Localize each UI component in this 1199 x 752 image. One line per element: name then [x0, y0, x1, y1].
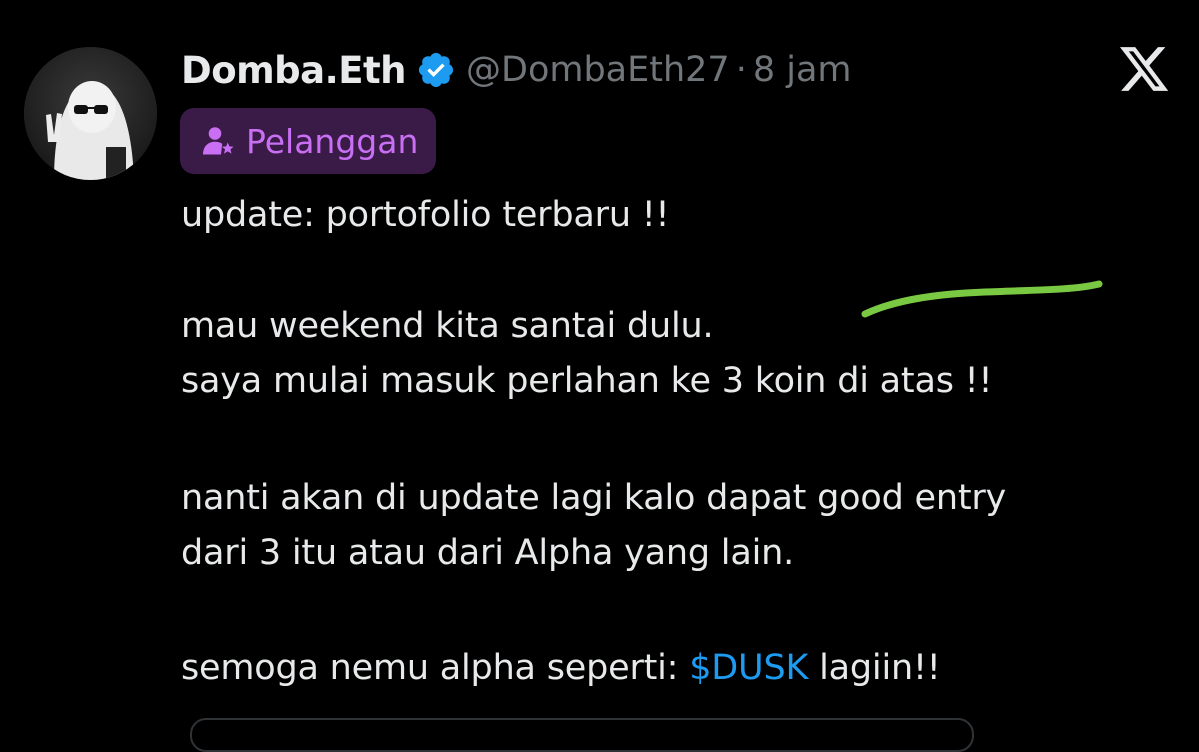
cashtag-link[interactable]: $DUSK: [689, 648, 808, 688]
tweet-text-line-4: nanti akan di update lagi kalo dapat goo…: [181, 478, 1007, 518]
embedded-media-edge: [190, 718, 974, 752]
tweet-text-line-6: semoga nemu alpha seperti: $DUSK lagiin!…: [181, 648, 941, 688]
tweet-text-line-2: mau weekend kita santai dulu.: [181, 306, 714, 346]
line6-suffix: lagiin!!: [808, 648, 941, 688]
highlighter-annotation: [861, 280, 1103, 318]
line6-prefix: semoga nemu alpha seperti:: [181, 648, 690, 688]
header-separator: ·: [735, 50, 747, 90]
tweet-card: Domba.Eth @DombaEth27 · 8 jam Pelanggan …: [0, 0, 1199, 752]
tweet-text-line-5: dari 3 itu atau dari Alpha yang lain.: [181, 533, 795, 573]
tweet-text-line-3: saya mulai masuk perlahan ke 3 koin di a…: [181, 361, 993, 401]
avatar-image: [24, 47, 157, 180]
verified-badge-icon: [416, 50, 456, 90]
author-display-name[interactable]: Domba.Eth: [181, 49, 407, 92]
author-handle[interactable]: @DombaEth27: [466, 50, 730, 90]
tweet-text-line-1: update: portofolio terbaru !!: [181, 195, 670, 235]
tweet-timestamp[interactable]: 8 jam: [753, 50, 852, 90]
subscriber-badge[interactable]: Pelanggan: [180, 108, 437, 174]
x-logo-icon[interactable]: [1120, 47, 1170, 93]
author-avatar[interactable]: [24, 47, 157, 180]
subscriber-badge-label: Pelanggan: [246, 121, 419, 161]
subscriber-star-icon: [200, 123, 236, 159]
tweet-header: Domba.Eth @DombaEth27 · 8 jam: [181, 45, 852, 95]
